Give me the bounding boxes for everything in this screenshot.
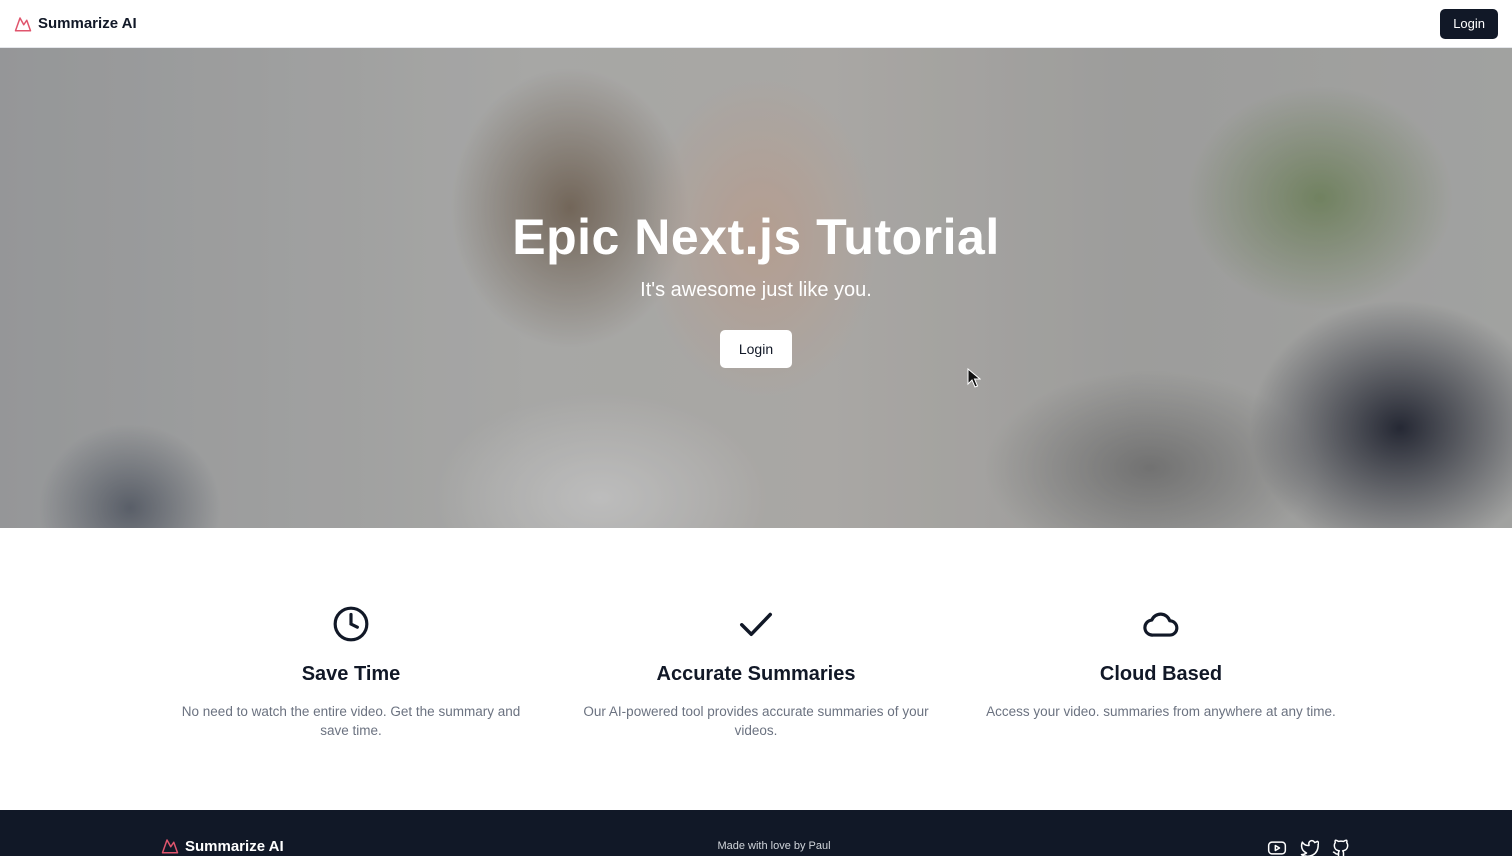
feature-description: Access your video. summaries from anywhe… (986, 704, 1336, 719)
brand-name: Summarize AI (38, 15, 137, 32)
top-navbar: Summarize AI Login (0, 0, 1512, 48)
twitter-icon[interactable] (1299, 838, 1319, 858)
hero-content: Epic Next.js Tutorial It's awesome just … (0, 48, 1512, 528)
github-icon[interactable] (1331, 838, 1351, 858)
feature-save-time: Save Time No need to watch the entire vi… (166, 604, 536, 740)
footer: Summarize AI Made with love by Paul (0, 810, 1512, 858)
feature-cloud-based: Cloud Based Access your video. summaries… (976, 604, 1346, 721)
social-links (1267, 838, 1351, 858)
header-login-button[interactable]: Login (1440, 8, 1498, 39)
feature-title: Save Time (301, 663, 401, 685)
features-section: Save Time No need to watch the entire vi… (0, 528, 1512, 810)
feature-description: Our AI-powered tool provides accurate su… (583, 704, 929, 738)
clock-icon (331, 604, 371, 644)
hero-subtitle: It's awesome just like you. (640, 279, 872, 301)
mouse-cursor-icon (967, 368, 981, 388)
hero-title: Epic Next.js Tutorial (512, 209, 1000, 265)
check-icon (736, 604, 776, 644)
cloud-icon (1141, 604, 1181, 644)
feature-title: Cloud Based (1099, 663, 1223, 685)
brand-link[interactable]: Summarize AI (14, 15, 137, 33)
feature-title: Accurate Summaries (656, 663, 856, 685)
hero-login-button[interactable]: Login (719, 330, 793, 368)
youtube-icon[interactable] (1267, 838, 1287, 858)
mountain-logo-icon (14, 15, 32, 33)
feature-description: No need to watch the entire video. Get t… (181, 704, 521, 738)
feature-accurate-summaries: Accurate Summaries Our AI-powered tool p… (571, 604, 941, 740)
hero-section: Epic Next.js Tutorial It's awesome just … (0, 48, 1512, 528)
